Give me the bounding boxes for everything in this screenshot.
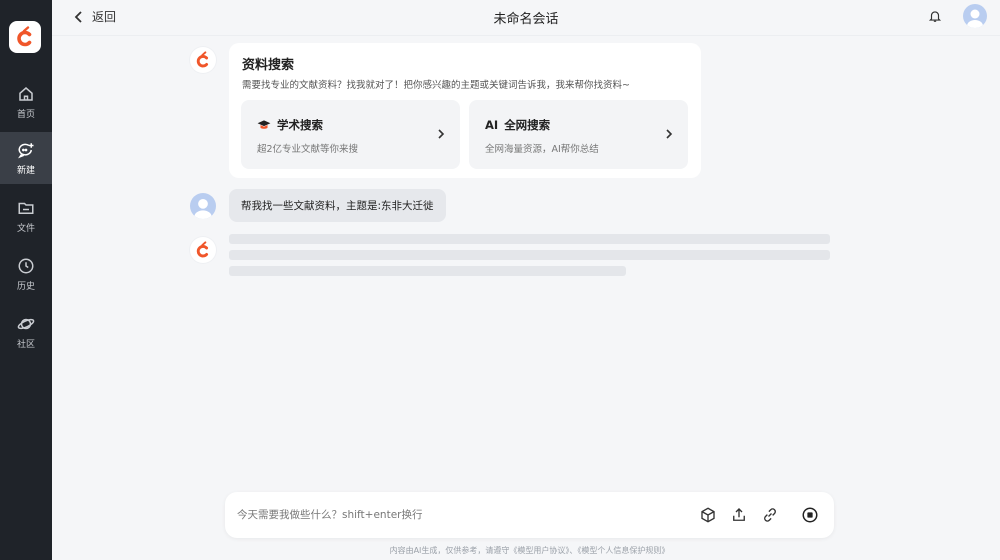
user-avatar[interactable] bbox=[963, 4, 987, 28]
assistant-logo-icon bbox=[196, 51, 209, 68]
assistant-avatar bbox=[190, 237, 216, 263]
sidebar-item-files[interactable]: 文件 bbox=[0, 190, 52, 242]
academic-search-option[interactable]: 学术搜索 超2亿专业文献等你来搜 bbox=[241, 100, 460, 169]
resource-search-card: 资料搜索 需要找专业的文献资料？找我就对了！把你感兴趣的主题或关键词告诉我，我来… bbox=[229, 43, 701, 178]
web-search-option[interactable]: AI 全网搜索 全网海量资源，AI帮你总结 bbox=[469, 100, 688, 169]
upload-icon[interactable] bbox=[730, 506, 748, 524]
sidebar-item-history[interactable]: 历史 bbox=[0, 248, 52, 300]
graduation-cap-icon bbox=[257, 119, 271, 131]
sidebar-item-label: 首页 bbox=[16, 109, 35, 120]
assistant-logo-icon bbox=[196, 241, 209, 258]
assistant-avatar bbox=[190, 47, 216, 73]
sidebar-item-label: 历史 bbox=[16, 281, 35, 292]
message-input[interactable] bbox=[237, 505, 677, 525]
ai-disclaimer: 内容由AI生成，仅供参考，请遵守《模型用户协议》、《模型个人信息保护规则》 bbox=[389, 546, 670, 555]
top-header: 返回 未命名会话 bbox=[52, 0, 1000, 36]
sidebar-item-label: 新建 bbox=[16, 165, 35, 176]
page-title: 未命名会话 bbox=[493, 12, 559, 27]
planet-icon bbox=[17, 318, 35, 329]
bell-icon[interactable] bbox=[928, 9, 942, 23]
user-avatar-icon bbox=[967, 9, 983, 28]
option-subtitle: 超2亿专业文献等你来搜 bbox=[257, 144, 359, 155]
folder-icon bbox=[18, 202, 34, 214]
sidebar-item-label: 文件 bbox=[16, 223, 35, 234]
chevron-right-icon bbox=[666, 129, 673, 139]
loading-skeleton-line bbox=[229, 266, 626, 276]
user-message-avatar bbox=[190, 193, 216, 219]
link-icon[interactable] bbox=[761, 506, 779, 524]
clock-icon bbox=[18, 258, 34, 273]
user-message-bubble: 帮我找一些文献资料，主题是:东非大迁徙 bbox=[229, 189, 446, 222]
ai-icon: AI bbox=[485, 118, 499, 132]
app-logo-icon bbox=[17, 26, 32, 47]
sidebar-item-label: 社区 bbox=[16, 339, 35, 350]
app-logo[interactable] bbox=[9, 21, 41, 53]
loading-skeleton-line bbox=[229, 250, 830, 260]
sidebar-item-new[interactable]: 新建 bbox=[0, 132, 52, 184]
card-description: 需要找专业的文献资料？找我就对了！把你感兴趣的主题或关键词告诉我，我来帮你找资料… bbox=[242, 80, 630, 91]
home-icon bbox=[19, 86, 33, 101]
loading-skeleton-line bbox=[229, 234, 830, 244]
cube-icon[interactable] bbox=[699, 506, 717, 524]
option-label: 学术搜索 bbox=[277, 118, 323, 132]
new-chat-icon bbox=[18, 142, 34, 158]
stop-icon[interactable] bbox=[801, 506, 819, 524]
sidebar-item-home[interactable]: 首页 bbox=[0, 76, 52, 128]
option-label: 全网搜索 bbox=[504, 118, 551, 132]
option-subtitle: 全网海量资源，AI帮你总结 bbox=[485, 144, 599, 155]
message-composer bbox=[225, 492, 834, 538]
user-avatar-icon bbox=[194, 198, 212, 219]
sidebar: 首页 新建 文件 历史 社区 bbox=[0, 0, 52, 560]
chevron-right-icon bbox=[438, 129, 445, 139]
sidebar-item-community[interactable]: 社区 bbox=[0, 306, 52, 358]
card-title: 资料搜索 bbox=[242, 58, 295, 73]
